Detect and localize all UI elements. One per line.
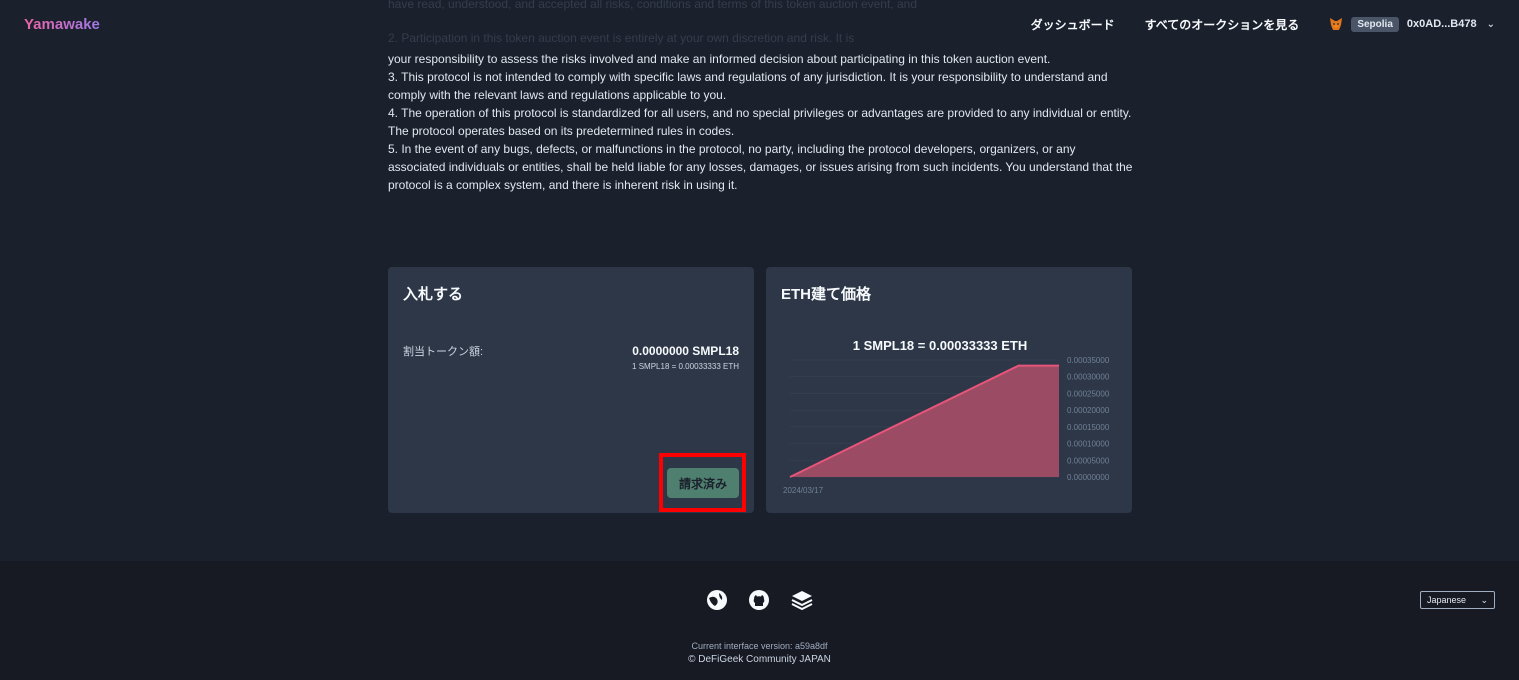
allocation-rate: 1 SMPL18 = 0.00033333 ETH <box>632 362 739 371</box>
terms-item-4: 4. The operation of this protocol is sta… <box>388 106 1132 138</box>
allocation-amount: 0.0000000 SMPL18 <box>632 344 739 358</box>
footer-icons <box>706 589 813 611</box>
y-tick-label: 0.00020000 <box>1067 406 1110 415</box>
bid-card-title: 入札する <box>403 286 464 303</box>
interface-version: Current interface version: a59a8df <box>691 641 828 651</box>
highlight-box <box>659 453 746 512</box>
wallet-menu[interactable]: Sepolia 0x0AD...B478 ⌄ <box>1329 16 1495 32</box>
y-tick-label: 0.00035000 <box>1067 356 1110 365</box>
github-icon[interactable] <box>748 589 770 611</box>
chevron-down-icon: ⌄ <box>1486 18 1495 30</box>
nav-dashboard-link[interactable]: ダッシュボード <box>1031 16 1115 33</box>
metamask-fox-icon <box>1330 18 1343 30</box>
top-header: Yamawake ダッシュボード すべてのオークションを見る Sepolia 0… <box>0 0 1519 48</box>
defigeek-icon[interactable] <box>706 589 728 611</box>
top-nav: ダッシュボード すべてのオークションを見る Sepolia 0x0AD...B4… <box>1031 16 1495 33</box>
y-tick-label: 0.00000000 <box>1067 473 1110 482</box>
language-select-value: Japanese <box>1427 595 1467 605</box>
x-tick-label: 2024/03/17 <box>783 486 824 495</box>
terms-item-3: 3. This protocol is not intended to comp… <box>388 70 1108 102</box>
language-select[interactable]: Japanese ⌄ <box>1420 591 1495 609</box>
copyright: © DeFiGeek Community JAPAN <box>688 654 831 665</box>
chevron-down-icon: ⌄ <box>1480 594 1488 605</box>
price-area <box>790 365 1059 477</box>
y-tick-label: 0.00015000 <box>1067 423 1110 432</box>
price-chart: 0.00035000 0.00030000 0.00025000 0.00020000… <box>783 356 1110 495</box>
network-badge: Sepolia <box>1351 16 1399 32</box>
y-tick-label: 0.00025000 <box>1067 389 1110 398</box>
terms-text: your responsibility to assess the risks … <box>388 50 1133 194</box>
terms-item-5: 5. In the event of any bugs, defects, or… <box>388 142 1133 192</box>
nav-all-auctions-link[interactable]: すべてのオークションを見る <box>1145 16 1300 33</box>
price-card: ETH建て価格 1 SMPL18 = 0.00033333 ETH 0.0003… <box>766 267 1132 513</box>
allocation-label: 割当トークン額: <box>403 346 484 358</box>
app-logo[interactable]: Yamawake <box>24 16 100 33</box>
terms-item-2-tail: your responsibility to assess the risks … <box>388 52 1051 66</box>
y-tick-label: 0.00005000 <box>1067 456 1110 465</box>
y-tick-label: 0.00010000 <box>1067 440 1110 449</box>
docs-stack-icon[interactable] <box>790 589 813 611</box>
y-tick-label: 0.00030000 <box>1067 373 1110 382</box>
wallet-address: 0x0AD...B478 <box>1406 18 1477 30</box>
footer: Current interface version: a59a8df © DeF… <box>0 561 1519 680</box>
